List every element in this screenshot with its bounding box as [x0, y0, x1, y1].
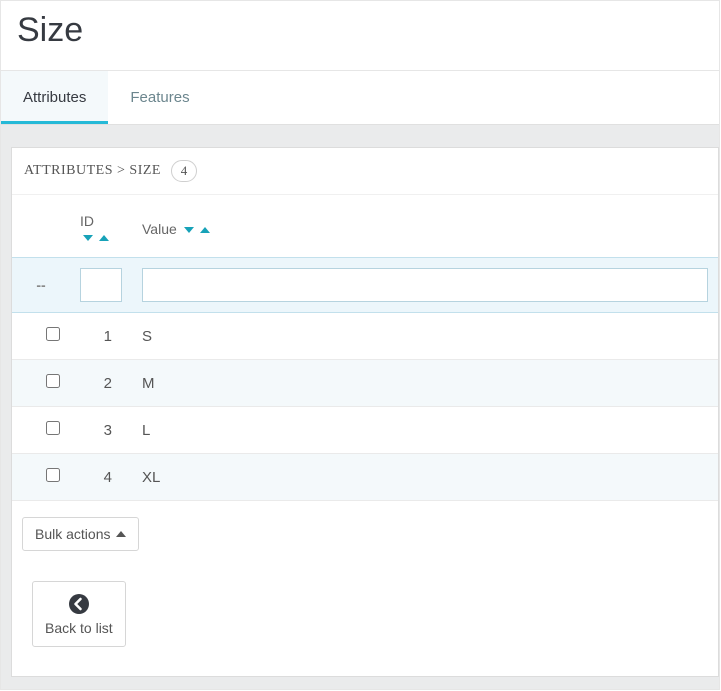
attributes-table: ID Value	[12, 195, 718, 501]
bulk-actions-button[interactable]: Bulk actions	[22, 517, 139, 551]
row-value: M	[132, 360, 718, 407]
bulk-actions-label: Bulk actions	[35, 526, 110, 542]
col-header-id-label: ID	[80, 213, 94, 229]
row-value: S	[132, 313, 718, 360]
row-id: 3	[70, 407, 132, 454]
sort-value-desc-icon[interactable]	[184, 227, 194, 233]
filter-value-input[interactable]	[142, 268, 708, 302]
row-id: 2	[70, 360, 132, 407]
row-value: XL	[132, 454, 718, 501]
table-row[interactable]: 1 S	[12, 313, 718, 360]
table-row[interactable]: 3 L	[12, 407, 718, 454]
col-header-id[interactable]: ID	[70, 195, 132, 258]
breadcrumb: ATTRIBUTES > SIZE	[24, 163, 161, 179]
breadcrumb-sep: >	[117, 163, 125, 178]
row-checkbox[interactable]	[46, 374, 60, 388]
row-checkbox[interactable]	[46, 327, 60, 341]
page-title: Size	[17, 11, 703, 50]
count-pill: 4	[171, 160, 197, 182]
breadcrumb-parent[interactable]: ATTRIBUTES	[24, 163, 113, 178]
filter-id-input[interactable]	[80, 268, 122, 302]
filter-chk-placeholder: --	[22, 277, 60, 293]
row-checkbox[interactable]	[46, 421, 60, 435]
table-row[interactable]: 4 XL	[12, 454, 718, 501]
title-bar: Size	[1, 1, 719, 71]
row-value: L	[132, 407, 718, 454]
breadcrumb-current: SIZE	[129, 163, 161, 178]
row-id: 1	[70, 313, 132, 360]
panel-heading: ATTRIBUTES > SIZE 4	[12, 148, 718, 195]
row-id: 4	[70, 454, 132, 501]
attributes-panel: ATTRIBUTES > SIZE 4 ID	[11, 147, 719, 677]
back-to-list-label: Back to list	[45, 620, 113, 636]
sort-id-desc-icon[interactable]	[83, 235, 93, 241]
row-checkbox[interactable]	[46, 468, 60, 482]
tabs: Attributes Features	[1, 71, 719, 124]
table-row[interactable]: 2 M	[12, 360, 718, 407]
content-area: ATTRIBUTES > SIZE 4 ID	[1, 124, 719, 689]
caret-up-icon	[116, 531, 126, 537]
tab-attributes[interactable]: Attributes	[1, 71, 108, 124]
sort-id-asc-icon[interactable]	[99, 235, 109, 241]
col-header-value-label: Value	[142, 221, 177, 237]
arrow-left-circle-icon	[67, 592, 91, 616]
sort-value-asc-icon[interactable]	[200, 227, 210, 233]
col-header-value[interactable]: Value	[132, 195, 718, 258]
back-to-list-button[interactable]: Back to list	[32, 581, 126, 647]
tab-features[interactable]: Features	[108, 71, 211, 124]
